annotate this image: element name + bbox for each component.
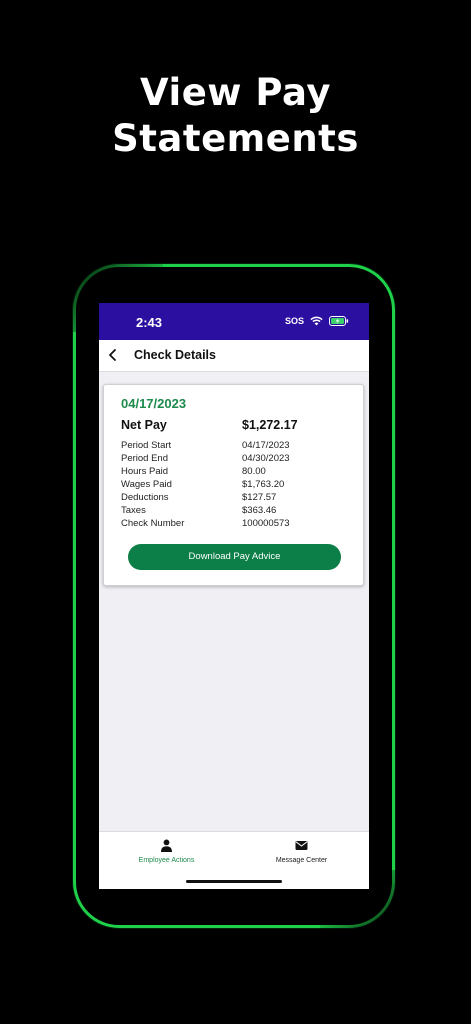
detail-row-period-start: Period Start 04/17/2023: [121, 440, 351, 453]
tab-label: Message Center: [275, 857, 328, 864]
detail-value: $363.46: [242, 505, 277, 516]
chevron-left-icon[interactable]: [106, 348, 120, 362]
detail-label: Check Number: [121, 518, 185, 529]
detail-label: Deductions: [121, 492, 169, 503]
marketing-canvas: View Pay Statements 2:43 SOS Check Detai…: [0, 0, 471, 1024]
detail-label: Taxes: [121, 505, 146, 516]
navigation-bar: Check Details: [99, 340, 369, 372]
battery-charging-icon: [329, 316, 349, 326]
detail-label: Hours Paid: [121, 466, 168, 477]
net-pay-label: Net Pay: [121, 418, 167, 432]
net-pay-value: $1,272.17: [242, 418, 298, 432]
detail-value: 04/30/2023: [242, 453, 290, 464]
check-details-card: 04/17/2023 Net Pay $1,272.17 Period Star…: [103, 384, 364, 586]
detail-value: 100000573: [242, 518, 290, 529]
detail-label: Period Start: [121, 440, 172, 451]
detail-value: $1,763.20: [242, 479, 285, 490]
status-indicators: SOS: [285, 316, 349, 326]
headline: View Pay Statements: [0, 70, 471, 162]
person-icon: [160, 839, 173, 852]
detail-value: $127.57: [242, 492, 277, 503]
tab-label: Employee Actions: [138, 857, 195, 864]
sos-indicator: SOS: [284, 316, 304, 326]
detail-row-taxes: Taxes $363.46: [121, 505, 351, 518]
tab-message-center[interactable]: Message Center: [234, 832, 369, 872]
headline-line-1: View Pay: [140, 71, 331, 114]
envelope-icon: [295, 839, 308, 852]
detail-row-period-end: Period End 04/30/2023: [121, 453, 351, 466]
detail-row-wages-paid: Wages Paid $1,763.20: [121, 479, 351, 492]
detail-label: Wages Paid: [121, 479, 172, 490]
detail-value: 80.00: [242, 466, 266, 477]
home-indicator: [186, 880, 282, 883]
download-pay-advice-button[interactable]: Download Pay Advice: [128, 544, 341, 570]
page-title: Check Details: [134, 348, 216, 362]
headline-line-2: Statements: [112, 117, 359, 160]
wifi-icon: [310, 316, 323, 326]
detail-row-hours-paid: Hours Paid 80.00: [121, 466, 351, 479]
check-detail-list: Period Start 04/17/2023 Period End 04/30…: [121, 440, 351, 531]
detail-row-check-number: Check Number 100000573: [121, 518, 351, 531]
tab-employee-actions[interactable]: Employee Actions: [99, 832, 234, 872]
status-time: 2:43: [136, 315, 163, 330]
check-date: 04/17/2023: [121, 396, 187, 411]
detail-label: Period End: [121, 453, 169, 464]
status-bar: 2:43 SOS: [99, 303, 369, 340]
detail-row-deductions: Deductions $127.57: [121, 492, 351, 505]
phone-screen: 2:43 SOS Check Details 04/17/2023 Net Pa…: [99, 303, 369, 889]
detail-value: 04/17/2023: [242, 440, 290, 451]
